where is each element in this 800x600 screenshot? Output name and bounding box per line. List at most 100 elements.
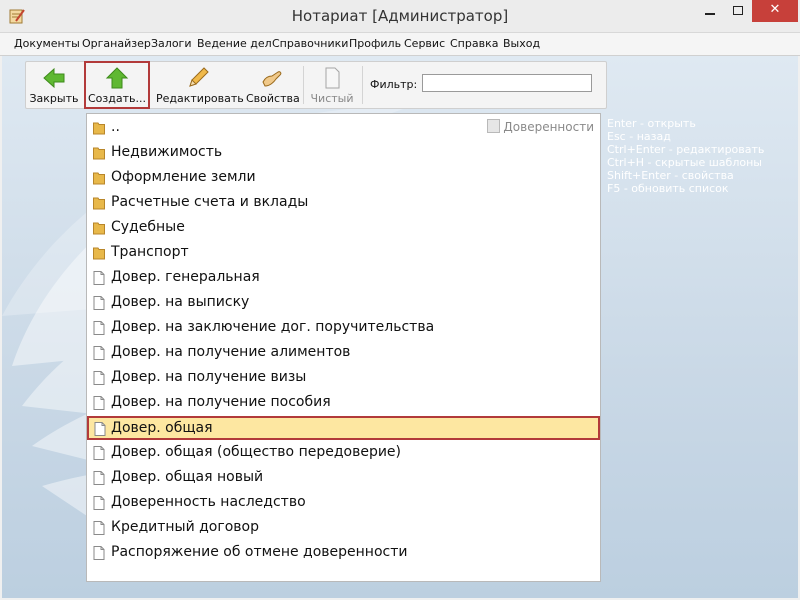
list-item[interactable]: Довер. на получение алиментов (88, 341, 598, 365)
list-item-label: Довер. на заключение дог. поручительства (111, 319, 435, 335)
minimize-button[interactable] (696, 0, 724, 22)
list-item[interactable]: Расчетные счета и вклады (88, 191, 598, 215)
maximize-button[interactable] (724, 0, 752, 22)
folder-icon (93, 247, 105, 260)
toolbar-separator (303, 66, 304, 104)
blank-document-icon (325, 67, 340, 89)
list-item-label: Довер. на получение пособия (111, 394, 331, 410)
list-item-label: Довер. генеральная (111, 269, 260, 285)
list-item[interactable]: Довер. на заключение дог. поручительства (88, 316, 598, 340)
properties-button[interactable]: Свойства (246, 62, 300, 108)
list-item-selected[interactable]: Довер. общая (87, 416, 600, 440)
properties-button-label: Свойства (246, 92, 300, 105)
menu-references[interactable]: Справочники (272, 37, 348, 50)
shortcut-open: Enter - открыть (607, 117, 696, 130)
list-item-label: Довер. на получение визы (111, 369, 307, 385)
hand-icon (262, 71, 282, 87)
title-bar: Нотариат [Администратор] ✕ (0, 0, 800, 33)
list-item-label: Судебные (111, 219, 185, 235)
menu-exit[interactable]: Выход (503, 37, 540, 50)
menu-case-management[interactable]: Ведение дел (197, 37, 272, 50)
edit-button[interactable]: Редактировать (156, 62, 244, 108)
menu-pledges[interactable]: Залоги (151, 37, 191, 50)
list-item-label: Довер. общая (общество передоверие) (111, 444, 402, 460)
list-item-label: Кредитный договор (111, 519, 259, 535)
maximize-icon (733, 6, 743, 15)
list-item-label: Довер. на выписку (111, 294, 250, 310)
document-icon (93, 521, 105, 535)
list-item[interactable]: Доверенность наследство (88, 491, 598, 515)
shortcut-hidden-templates: Ctrl+H - скрытые шаблоны (607, 156, 762, 169)
list-item[interactable]: Довер. на выписку (88, 291, 598, 315)
toolbar: Закрыть Создать... Редактировать Свойств… (25, 61, 607, 109)
menu-documents[interactable]: Документы (14, 37, 80, 50)
menu-organizer[interactable]: Органайзер (82, 37, 151, 50)
arrow-left-icon (43, 67, 65, 89)
document-icon (93, 271, 105, 285)
close-button-label: Закрыть (29, 92, 79, 105)
filter-input[interactable] (422, 74, 592, 92)
list-item-label: Оформление земли (111, 169, 256, 185)
document-icon (93, 496, 105, 510)
document-icon (93, 346, 105, 360)
folder-icon (93, 222, 105, 235)
minimize-icon (705, 13, 715, 15)
document-icon (93, 396, 105, 410)
close-window-button[interactable]: ✕ (752, 0, 798, 22)
app-window: Нотариат [Администратор] ✕ Документы Орг… (0, 0, 800, 600)
list-item[interactable]: Довер. на получение визы (88, 366, 598, 390)
list-item[interactable]: Кредитный договор (88, 516, 598, 540)
template-list[interactable]: Доверенности .. Недвижимость Оформление зе… (86, 113, 601, 582)
list-item[interactable]: Довер. генеральная (88, 266, 598, 290)
list-item-label: Недвижимость (111, 144, 223, 160)
list-item[interactable]: Оформление земли (88, 166, 598, 190)
list-item[interactable]: Довер. общая (общество передоверие) (88, 441, 598, 465)
list-item-label: Расчетные счета и вклады (111, 194, 309, 210)
document-icon (93, 296, 105, 310)
shortcut-properties: Shift+Enter - свойства (607, 169, 734, 182)
list-item-label: Транспорт (111, 244, 189, 260)
list-item-label: .. (111, 119, 120, 135)
close-icon: ✕ (769, 2, 781, 17)
folder-icon (93, 147, 105, 160)
document-icon (94, 422, 106, 436)
list-item[interactable]: Довер. общая новый (88, 466, 598, 490)
filter-label: Фильтр: (370, 78, 418, 91)
create-button[interactable]: Создать... (84, 61, 150, 109)
menu-profile[interactable]: Профиль (349, 37, 401, 50)
menu-service[interactable]: Сервис (404, 37, 445, 50)
list-item[interactable]: .. (88, 116, 598, 140)
pencil-icon (189, 67, 209, 87)
list-item[interactable]: Судебные (88, 216, 598, 240)
document-icon (93, 446, 105, 460)
toolbar-separator (362, 66, 363, 104)
list-item[interactable]: Довер. на получение пособия (88, 391, 598, 415)
document-icon (93, 546, 105, 560)
window-title: Нотариат [Администратор] (291, 7, 509, 25)
list-item-label: Довер. общая (111, 420, 213, 436)
clean-button[interactable]: Чистый (308, 62, 356, 108)
list-item-label: Распоряжение об отмене доверенности (111, 544, 408, 560)
menu-help[interactable]: Справка (450, 37, 498, 50)
menu-bar: Документы Органайзер Залоги Ведение дел … (0, 33, 800, 56)
create-button-label: Создать... (88, 92, 146, 105)
folder-icon (93, 197, 105, 210)
folder-icon (93, 122, 105, 135)
list-item[interactable]: Транспорт (88, 241, 598, 265)
list-item[interactable]: Распоряжение об отмене доверенности (88, 541, 598, 565)
shortcut-refresh: F5 - обновить список (607, 182, 729, 195)
list-item-label: Довер. общая новый (111, 469, 264, 485)
close-button[interactable]: Закрыть (28, 62, 80, 108)
list-item-label: Довер. на получение алиментов (111, 344, 351, 360)
folder-icon (93, 172, 105, 185)
list-item[interactable]: Недвижимость (88, 141, 598, 165)
clean-button-label: Чистый (310, 92, 354, 105)
arrow-up-icon (105, 67, 129, 89)
document-icon (93, 321, 105, 335)
edit-button-label: Редактировать (156, 92, 244, 105)
shortcuts-hint: Enter - открыть Esc - назад Ctrl+Enter -… (607, 117, 764, 195)
document-icon (93, 471, 105, 485)
list-item-label: Доверенность наследство (111, 494, 306, 510)
shortcut-edit: Ctrl+Enter - редактировать (607, 143, 765, 156)
shortcut-back: Esc - назад (607, 130, 671, 143)
